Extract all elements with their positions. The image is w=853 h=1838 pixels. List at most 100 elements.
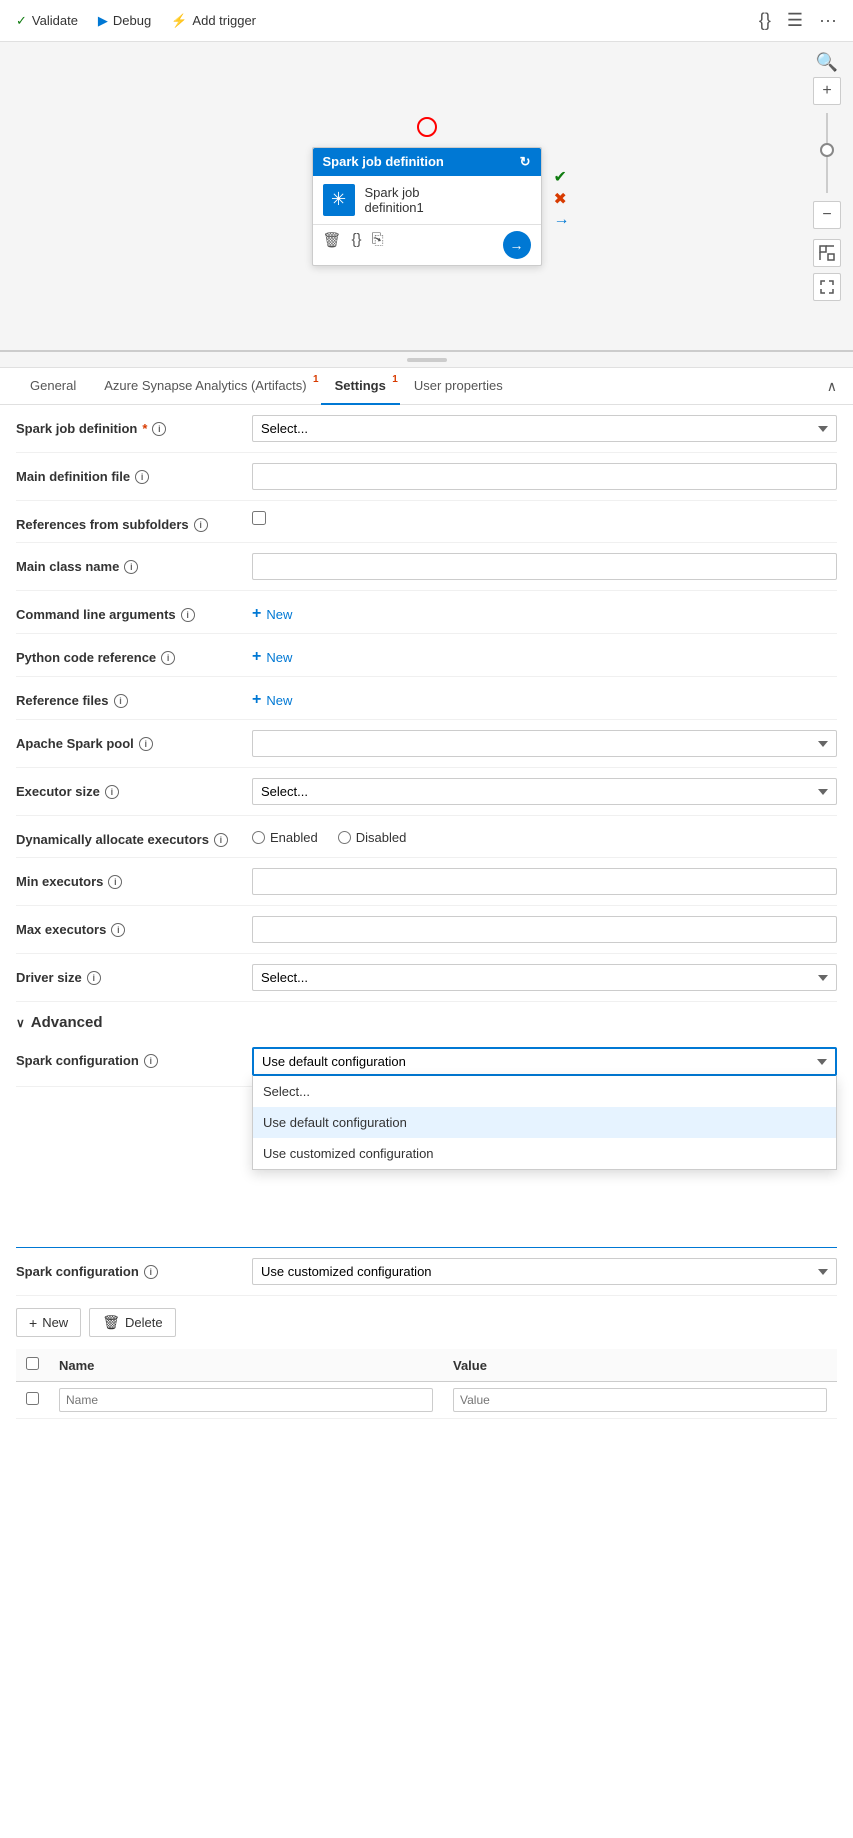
spark-job-def-control: Select...: [252, 415, 837, 442]
python-ref-new-button[interactable]: + New: [252, 644, 837, 666]
play-icon: ▶: [98, 13, 108, 29]
spark-config2-control: Use customized configuration Use default…: [252, 1258, 837, 1285]
spark-config2-info-icon[interactable]: i: [144, 1265, 158, 1279]
zoom-in-button[interactable]: +: [813, 77, 841, 105]
toolbar: ✓ Validate ▶ Debug ⚡ Add trigger {} ☰ ··…: [0, 0, 853, 42]
node-title-line2: definition1: [365, 200, 424, 215]
tab-settings[interactable]: Settings 1: [321, 368, 400, 405]
node-next-button[interactable]: →: [503, 231, 531, 259]
spark-job-def-info-icon[interactable]: i: [152, 422, 166, 436]
ref-files-info-icon[interactable]: i: [114, 694, 128, 708]
main-class-control: [252, 553, 837, 580]
code-icon[interactable]: {}: [759, 10, 771, 31]
table-row-name-input[interactable]: [59, 1388, 433, 1412]
max-executors-row: Max executors i: [16, 906, 837, 954]
node-delete-icon[interactable]: 🗑: [323, 231, 342, 259]
refs-subfolders-info-icon[interactable]: i: [194, 518, 208, 532]
dyn-alloc-enabled-option[interactable]: Enabled: [252, 830, 318, 845]
spark-config-option-custom[interactable]: Use customized configuration: [253, 1138, 836, 1169]
debug-button[interactable]: ▶ Debug: [98, 13, 151, 29]
list-icon[interactable]: ☰: [787, 10, 803, 31]
spark-config-option-select[interactable]: Select...: [253, 1076, 836, 1107]
spark-node[interactable]: Spark job definition ↻ ✳ Spark job defin…: [312, 147, 542, 266]
node-header: Spark job definition ↻: [313, 148, 541, 176]
spark-config-select[interactable]: Use default configuration Select... Use …: [252, 1047, 837, 1076]
delete-row-button[interactable]: 🗑 Delete: [89, 1308, 175, 1337]
zoom-out-button[interactable]: −: [813, 201, 841, 229]
tabs-collapse-button[interactable]: ∧: [827, 378, 837, 395]
new-row-button[interactable]: + New: [16, 1308, 81, 1337]
tab-settings-badge: 1: [392, 374, 398, 385]
table-row-value-input[interactable]: [453, 1388, 827, 1412]
spark-config-info-icon[interactable]: i: [144, 1054, 158, 1068]
zoom-slider[interactable]: [826, 109, 828, 197]
node-refresh-icon[interactable]: ↻: [520, 154, 531, 170]
delete-row-trash-icon: 🗑: [102, 1314, 120, 1331]
ref-files-new-button[interactable]: + New: [252, 687, 837, 709]
table-row-value-cell: [443, 1382, 837, 1419]
cmd-args-info-icon[interactable]: i: [181, 608, 195, 622]
python-ref-control: + New: [252, 644, 837, 666]
refs-subfolders-checkbox[interactable]: [252, 511, 266, 525]
main-class-label: Main class name i: [16, 553, 236, 574]
apache-spark-pool-select[interactable]: [252, 730, 837, 757]
executor-size-label: Executor size i: [16, 778, 236, 799]
main-class-input[interactable]: [252, 553, 837, 580]
spark-config2-select[interactable]: Use customized configuration Use default…: [252, 1258, 837, 1285]
node-title-wrap: Spark job definition1: [365, 185, 424, 215]
divider-handle[interactable]: [0, 352, 853, 368]
python-ref-new-label: New: [266, 650, 292, 665]
node-code-icon[interactable]: {}: [352, 231, 362, 259]
tab-user-props[interactable]: User properties: [400, 368, 517, 405]
min-executors-label: Min executors i: [16, 868, 236, 889]
add-trigger-button[interactable]: ⚡ Add trigger: [171, 13, 256, 29]
python-ref-row: Python code reference i + New: [16, 634, 837, 677]
max-executors-info-icon[interactable]: i: [111, 923, 125, 937]
canvas-area: 🔍 + − Spark job definition: [0, 42, 853, 352]
zoom-thumb: [820, 143, 834, 157]
table-header-row: Name Value: [16, 1349, 837, 1382]
zoom-auto-button[interactable]: [813, 273, 841, 301]
zoom-fit-button[interactable]: [813, 239, 841, 267]
cmd-args-new-button[interactable]: + New: [252, 601, 837, 623]
spark-config-option-default[interactable]: Use default configuration: [253, 1107, 836, 1138]
check-icon: ✓: [16, 13, 27, 29]
spark-job-def-select[interactable]: Select...: [252, 415, 837, 442]
table-select-all-checkbox[interactable]: [26, 1357, 39, 1370]
tab-artifacts-badge: 1: [313, 374, 319, 385]
validate-button[interactable]: ✓ Validate: [16, 13, 78, 29]
dyn-alloc-disabled-option[interactable]: Disabled: [338, 830, 407, 845]
main-def-file-input[interactable]: [252, 463, 837, 490]
node-side-icons: ✔ ✖ →: [554, 167, 570, 229]
python-ref-info-icon[interactable]: i: [161, 651, 175, 665]
min-executors-input[interactable]: [252, 868, 837, 895]
main-class-info-icon[interactable]: i: [124, 560, 138, 574]
search-icon[interactable]: 🔍: [816, 52, 838, 73]
apache-spark-pool-info-icon[interactable]: i: [139, 737, 153, 751]
dyn-alloc-disabled-radio[interactable]: [338, 831, 351, 844]
advanced-chevron-icon: ∨: [16, 1016, 25, 1030]
bolt-icon: ⚡: [171, 13, 187, 29]
cmd-args-row: Command line arguments i + New: [16, 591, 837, 634]
dyn-alloc-info-icon[interactable]: i: [214, 833, 228, 847]
dyn-alloc-enabled-label: Enabled: [270, 830, 318, 845]
table-row-checkbox[interactable]: [26, 1392, 39, 1405]
driver-size-select[interactable]: Select...: [252, 964, 837, 991]
main-def-file-info-icon[interactable]: i: [135, 470, 149, 484]
more-icon[interactable]: ···: [819, 10, 837, 31]
advanced-section-header[interactable]: ∨ Advanced: [16, 1002, 837, 1037]
advanced-label: Advanced: [31, 1014, 103, 1031]
tab-user-props-label: User properties: [414, 378, 503, 393]
dyn-alloc-enabled-radio[interactable]: [252, 831, 265, 844]
driver-size-info-icon[interactable]: i: [87, 971, 101, 985]
config-table-section: + New 🗑 Delete Name Value: [16, 1308, 837, 1419]
tab-general[interactable]: General: [16, 368, 90, 405]
tab-artifacts[interactable]: Azure Synapse Analytics (Artifacts) 1: [90, 368, 320, 405]
table-check-header: [16, 1349, 49, 1382]
node-copy-icon[interactable]: ⎘: [372, 231, 384, 259]
new-row-plus-icon: +: [29, 1315, 37, 1331]
executor-size-select[interactable]: Select...: [252, 778, 837, 805]
executor-size-info-icon[interactable]: i: [105, 785, 119, 799]
min-executors-info-icon[interactable]: i: [108, 875, 122, 889]
max-executors-input[interactable]: [252, 916, 837, 943]
